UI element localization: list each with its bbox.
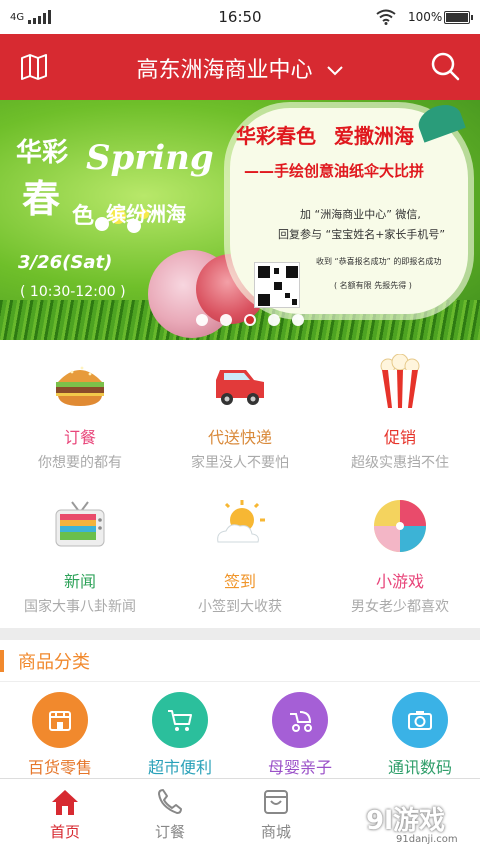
- category-header: 商品分类: [0, 640, 480, 682]
- feature-label: 小游戏: [375, 572, 424, 591]
- status-bar: 4G 16:50 100%: [0, 0, 480, 34]
- banner-binfen: 缤纷洲海: [106, 202, 186, 226]
- category-mother-baby[interactable]: 母婴亲子: [240, 688, 360, 778]
- category-label: 超市便利: [147, 758, 212, 777]
- carousel-dot[interactable]: [196, 314, 208, 326]
- banner-info-4: ( 名额有限 先报先得 ): [334, 281, 412, 290]
- stroller-icon: [272, 692, 328, 748]
- banner-spring: Spring: [86, 138, 214, 178]
- feature-label: 代送快递: [207, 428, 272, 447]
- feature-order-food[interactable]: 订餐 你想要的都有: [0, 340, 160, 484]
- watermark: 9l游戏 91danji.com: [366, 800, 476, 850]
- tab-label: 订餐: [154, 823, 185, 841]
- tab-mall[interactable]: 商城: [221, 779, 331, 854]
- camera-icon: [392, 692, 448, 748]
- home-icon: [52, 790, 78, 815]
- app-screen: 4G 16:50 100% 高东洲海商业中心 华彩 Spring 春 色 缤纷洲…: [0, 0, 480, 854]
- weather-sun-icon: [217, 500, 265, 543]
- category-supermarket[interactable]: 超市便利: [120, 688, 240, 778]
- banner-se: 色: [72, 204, 95, 229]
- wifi-icon: [376, 9, 396, 25]
- popcorn-icon: [380, 354, 420, 408]
- section-accent-bar: [0, 650, 4, 672]
- category-label: 通讯数码: [387, 758, 452, 777]
- category-label: 百货零售: [27, 758, 92, 777]
- banner-headline-2: 爱撒洲海: [334, 124, 414, 148]
- feature-desc: 你想要的都有: [38, 455, 122, 471]
- banner-info-2: 回复参与 “宝宝姓名+家长手机号”: [278, 228, 446, 241]
- carousel-dot[interactable]: [292, 314, 304, 326]
- watermark-url: 91danji.com: [396, 834, 458, 845]
- feature-desc: 国家大事八卦新闻: [24, 599, 136, 615]
- qr-code: [254, 262, 300, 308]
- banner-time: ( 10:30-12:00 ): [20, 284, 126, 300]
- feature-checkin[interactable]: 签到 小签到大收获: [160, 484, 320, 628]
- shopping-bag-icon: [264, 790, 288, 814]
- banner-info-1: 加 “洲海商业中心” 微信,: [300, 208, 421, 221]
- carousel-indicator: [196, 314, 304, 326]
- section-divider: [0, 628, 480, 640]
- tab-home[interactable]: 首页: [10, 779, 120, 854]
- carousel-dot-active[interactable]: [244, 314, 256, 326]
- store-icon: [32, 692, 88, 748]
- location-selector[interactable]: 高东洲海商业中心: [0, 52, 480, 84]
- feature-delivery[interactable]: 代送快递 家里没人不要怕: [160, 340, 320, 484]
- feature-desc: 超级实惠挡不住: [351, 455, 449, 471]
- page-title: 高东洲海商业中心: [136, 58, 313, 83]
- app-header: 高东洲海商业中心: [0, 34, 480, 100]
- banner-subtitle: ——手绘创意油纸伞大比拼: [244, 162, 425, 180]
- category-department-store[interactable]: 百货零售: [0, 688, 120, 778]
- search-icon[interactable]: [430, 51, 460, 81]
- chevron-down-icon: [326, 66, 343, 76]
- category-title: 商品分类: [18, 652, 90, 673]
- feature-news[interactable]: 新闻 国家大事八卦新闻: [0, 484, 160, 628]
- feature-games[interactable]: 小游戏 男女老少都喜欢: [320, 484, 480, 628]
- burger-icon: [56, 366, 104, 406]
- beach-ball-icon: [374, 500, 426, 552]
- feature-promotion[interactable]: 促销 超级实惠挡不住: [320, 340, 480, 484]
- feature-label: 促销: [383, 428, 416, 447]
- battery-icon: [444, 11, 473, 24]
- tab-order[interactable]: 订餐: [115, 779, 225, 854]
- banner-info-3: 收到 “恭喜报名成功” 的即报名成功: [316, 257, 442, 266]
- feature-label: 签到: [223, 572, 256, 591]
- banner-chun: 春: [22, 177, 61, 221]
- parasol-decoration: [414, 100, 466, 143]
- battery-percent: 100%: [408, 10, 443, 24]
- car-icon: [216, 370, 264, 405]
- banner-headline-1: 华彩春色: [236, 124, 316, 148]
- tv-icon: [55, 501, 105, 547]
- carousel-dot[interactable]: [220, 314, 232, 326]
- category-digital[interactable]: 通讯数码: [360, 688, 480, 778]
- banner-date: 3/26(Sat): [18, 252, 113, 273]
- feature-label: 订餐: [63, 428, 96, 447]
- promo-banner[interactable]: 华彩 Spring 春 色 缤纷洲海 3/26(Sat) ( 10:30-12:…: [0, 100, 480, 340]
- category-label: 母婴亲子: [267, 758, 332, 777]
- feature-label: 新闻: [63, 572, 96, 591]
- tab-label: 商城: [260, 823, 291, 841]
- watermark-logo: 9l游戏: [366, 806, 446, 836]
- phone-icon: [158, 789, 182, 814]
- carousel-dot[interactable]: [268, 314, 280, 326]
- feature-desc: 家里没人不要怕: [191, 455, 289, 471]
- feature-desc: 男女老少都喜欢: [351, 599, 449, 615]
- tab-label: 首页: [49, 823, 80, 841]
- feature-desc: 小签到大收获: [198, 599, 282, 615]
- feature-grid: 订餐 你想要的都有 代送快递 家里没人不要怕 促销 超级实惠挡不住 新闻 国家大…: [0, 340, 480, 628]
- banner-huacai: 华彩: [16, 138, 69, 168]
- cart-icon: [152, 692, 208, 748]
